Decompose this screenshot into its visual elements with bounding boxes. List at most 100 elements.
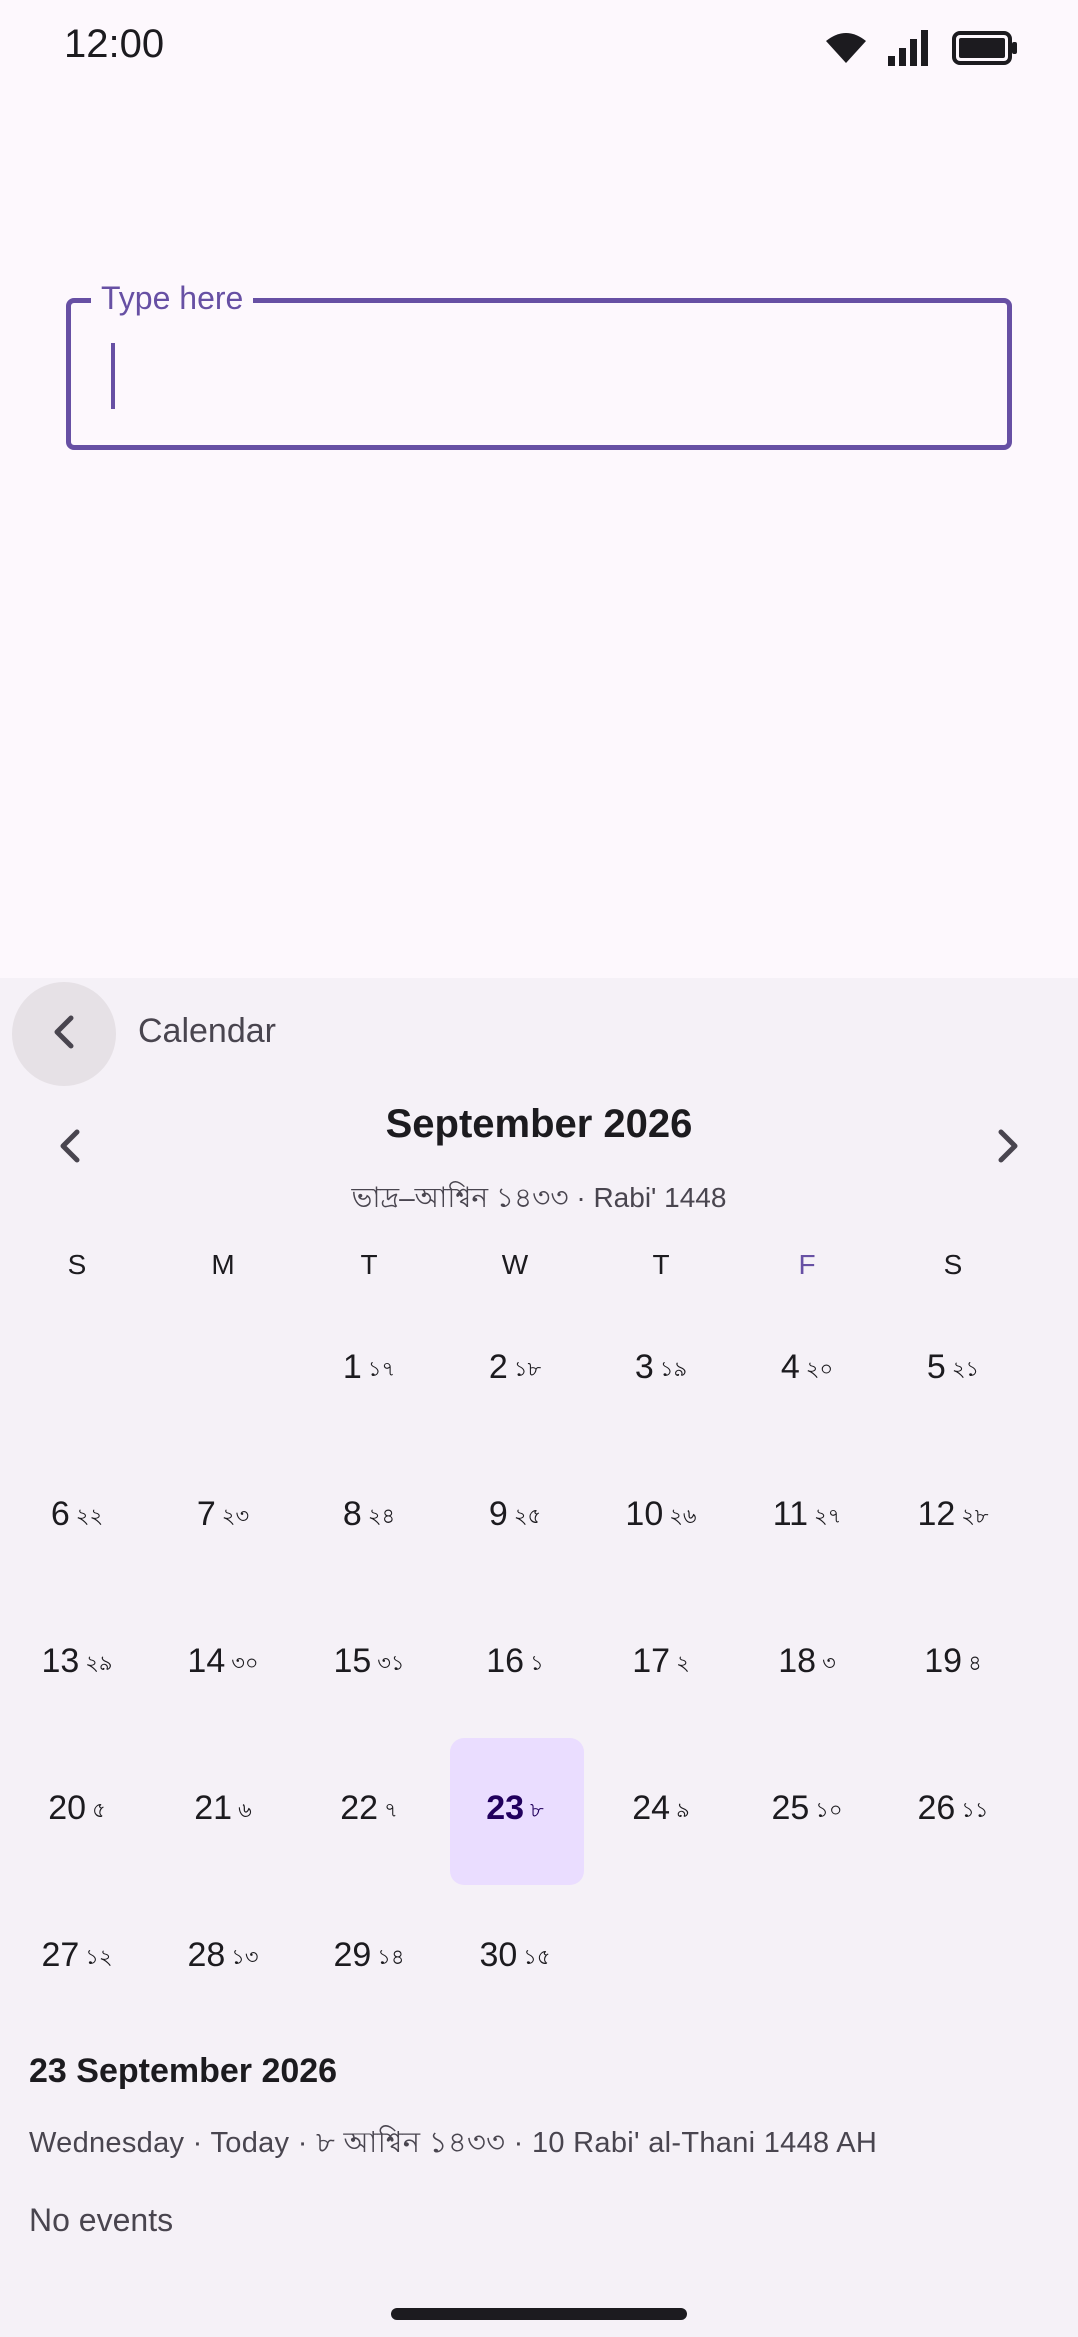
calendar-day[interactable]: 9 ২৫: [442, 1441, 588, 1588]
calendar-day[interactable]: 3 ১৯: [588, 1294, 734, 1441]
calendar-day[interactable]: 13 ২৯: [4, 1588, 150, 1735]
day-alt-date: ১০: [815, 1799, 843, 1822]
day-number: 7: [196, 1495, 216, 1533]
calendar-day-empty: [4, 1294, 150, 1441]
status-bar: 12:00: [0, 0, 1078, 96]
day-alt-date: ১১: [961, 1799, 989, 1822]
calendar-day[interactable]: 24 ৯: [588, 1735, 734, 1882]
day-number: 26: [917, 1789, 956, 1827]
calendar-day[interactable]: 30 ১৫: [442, 1882, 588, 2029]
chevron-left-icon: [49, 1012, 79, 1057]
day-number: 21: [194, 1789, 233, 1827]
calendar-day[interactable]: 21 ৬: [150, 1735, 296, 1882]
battery-icon: [952, 31, 1018, 65]
selected-date-title: 23 September 2026: [29, 2052, 338, 2090]
day-alt-date: ২২: [75, 1505, 104, 1528]
day-number: 18: [778, 1642, 817, 1680]
text-input-label: Type here: [91, 273, 254, 323]
day-number: 9: [488, 1495, 508, 1533]
day-alt-date: ২৮: [961, 1505, 989, 1528]
chevron-right-icon: [993, 1126, 1023, 1171]
day-number: 4: [780, 1348, 800, 1386]
calendar-day[interactable]: 2 ১৮: [442, 1294, 588, 1441]
calendar-day[interactable]: 29 ১৪: [296, 1882, 442, 2029]
day-number: 2: [488, 1348, 508, 1386]
weekday-label: M: [211, 1249, 235, 1280]
day-alt-date: ২৬: [669, 1505, 697, 1528]
back-button[interactable]: [12, 982, 116, 1086]
calendar-day[interactable]: 1 ১৭: [296, 1294, 442, 1441]
day-alt-date: ২৩: [221, 1505, 250, 1528]
calendar-day[interactable]: 27 ১২: [4, 1882, 150, 2029]
calendar-day-empty: [150, 1294, 296, 1441]
calendar-day[interactable]: 8 ২৪: [296, 1441, 442, 1588]
month-subtitle: ভাদ্র–আশ্বিন ১৪৩৩ · Rabi' 1448: [351, 1182, 727, 1213]
text-input[interactable]: Type here: [66, 273, 1012, 450]
wifi-icon: [826, 33, 866, 63]
calendar-day[interactable]: 18 ৩: [734, 1588, 880, 1735]
status-time: 12:00: [64, 22, 165, 66]
day-number: 8: [342, 1495, 362, 1533]
calendar-day[interactable]: 5 ২১: [880, 1294, 1026, 1441]
calendar-day[interactable]: 12 ২৮: [880, 1441, 1026, 1588]
weekday-header: S M T W T F S: [4, 1240, 1026, 1290]
day-number: 22: [340, 1789, 379, 1827]
calendar-day-selected[interactable]: 23 ৮: [442, 1735, 588, 1885]
day-number: 29: [333, 1936, 372, 1974]
day-alt-date: ১৫: [523, 1946, 551, 1969]
calendar-day[interactable]: 20 ৫: [4, 1735, 150, 1882]
calendar-day[interactable]: 22 ৭: [296, 1735, 442, 1882]
day-alt-date: ২৪: [367, 1505, 396, 1528]
day-alt-date: ৯: [676, 1799, 690, 1822]
calendar-day[interactable]: 7 ২৩: [150, 1441, 296, 1588]
events-status: No events: [29, 2202, 174, 2238]
weekday-label: S: [943, 1249, 963, 1280]
calendar-day[interactable]: 19 ৪: [880, 1588, 1026, 1735]
day-number: 3: [634, 1348, 654, 1386]
status-icons: [826, 28, 1018, 68]
month-title: September 2026: [385, 1102, 693, 1146]
day-number: 5: [926, 1348, 946, 1386]
calendar-day[interactable]: 11 ২৭: [734, 1441, 880, 1588]
day-alt-date: ২১: [951, 1358, 980, 1381]
calendar-day[interactable]: 17 ২: [588, 1588, 734, 1735]
day-number: 27: [41, 1936, 80, 1974]
calendar-day[interactable]: 4 ২০: [734, 1294, 880, 1441]
sheet-title: Calendar: [138, 1012, 276, 1050]
weekday-label: F: [798, 1249, 816, 1280]
calendar-day[interactable]: 16 ১: [442, 1588, 588, 1735]
home-indicator[interactable]: [391, 2308, 687, 2320]
weekday-label: W: [501, 1249, 529, 1280]
next-month-button[interactable]: [970, 1110, 1046, 1186]
calendar-day[interactable]: 26 ১১: [880, 1735, 1026, 1882]
weekday-label: S: [67, 1249, 87, 1280]
text-cursor: [111, 343, 115, 409]
day-alt-date: ১২: [85, 1946, 113, 1969]
day-number: 11: [772, 1495, 808, 1533]
calendar-day[interactable]: 15 ৩১: [296, 1588, 442, 1735]
day-alt-date: ৩: [822, 1652, 836, 1675]
calendar-day[interactable]: 25 ১০: [734, 1735, 880, 1882]
day-number: 15: [333, 1642, 372, 1680]
day-number: 6: [50, 1495, 70, 1533]
day-alt-date: ৩০: [231, 1652, 259, 1675]
calendar-day[interactable]: 6 ২২: [4, 1441, 150, 1588]
day-alt-date: ২: [676, 1652, 690, 1675]
day-alt-date: ৩১: [377, 1652, 405, 1675]
calendar-day[interactable]: 14 ৩০: [150, 1588, 296, 1735]
day-alt-date: ১৩: [231, 1946, 259, 1969]
calendar-sheet: Calendar September 2026 ভাদ্র–আশ্বিন ১৪৩…: [0, 978, 1078, 2337]
calendar-grid: 1 ১৭ 2 ১৮ 3 ১৯ 4 ২০ 5 ২১ 6 ২২ 7 ২৩ 8 ২৪ 9 ২৫ 10 ২৬ 11 ২৭ 12 ২৮ 1…: [4, 1294, 1026, 2029]
day-number: 30: [479, 1936, 518, 1974]
day-alt-date: ১: [530, 1652, 544, 1675]
calendar-day[interactable]: 10 ২৬: [588, 1441, 734, 1588]
day-number: 12: [917, 1495, 956, 1533]
selected-date-info: Wednesday · Today · ৮ আশ্বিন ১৪৩৩ · 10 R…: [29, 2127, 878, 2159]
day-number: 19: [924, 1642, 963, 1680]
day-alt-date: ২৯: [85, 1652, 113, 1675]
day-number: 28: [187, 1936, 226, 1974]
day-alt-date: ২৫: [513, 1505, 542, 1528]
day-number: 16: [486, 1642, 525, 1680]
day-alt-date: ১৮: [513, 1358, 542, 1381]
calendar-day[interactable]: 28 ১৩: [150, 1882, 296, 2029]
